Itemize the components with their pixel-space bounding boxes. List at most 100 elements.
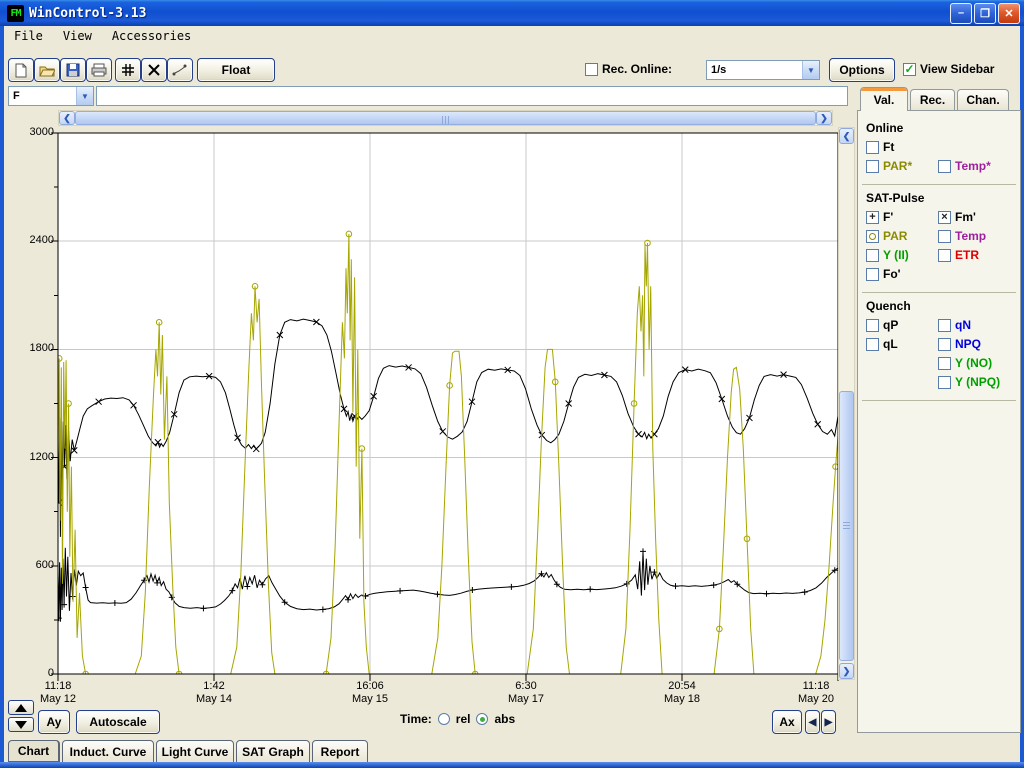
checkbox-row: qP qN	[858, 317, 1020, 336]
scroll-right-icon[interactable]: ❯	[816, 111, 832, 125]
taskbar-edge	[0, 762, 1024, 768]
checkbox-box-icon[interactable]	[866, 141, 879, 154]
checkbox-label: Temp*	[955, 159, 991, 173]
time-rel-radio[interactable]	[438, 713, 450, 725]
window-title: WinControl-3.13	[29, 6, 948, 21]
checkbox-label: qP	[883, 318, 898, 332]
checkbox-box-icon[interactable]	[866, 268, 879, 281]
scroll-down-icon[interactable]: ❯︎	[839, 663, 854, 679]
checkbox-box-icon[interactable]	[938, 338, 951, 351]
checkbox-box-icon[interactable]	[866, 160, 879, 173]
checkbox-qn[interactable]: qN	[938, 318, 971, 332]
open-file-button[interactable]	[34, 58, 60, 82]
y-scale-up-button[interactable]	[8, 700, 34, 715]
checkbox-box-icon[interactable]	[938, 319, 951, 332]
checkbox-box-icon[interactable]	[938, 230, 951, 243]
rec-online-checkbox[interactable]: Rec. Online:	[585, 62, 672, 76]
checkbox-box-icon[interactable]: ×	[938, 211, 951, 224]
menu-file[interactable]: File	[12, 28, 45, 44]
checkbox-ft[interactable]: Ft	[866, 140, 894, 154]
rec-online-box[interactable]	[585, 63, 598, 76]
vscroll-thumb[interactable]	[839, 391, 854, 661]
rate-combobox[interactable]: 1/s ▼	[706, 60, 820, 80]
horizontal-scrollbar[interactable]: ❮ ❯	[58, 110, 833, 126]
channel-combobox[interactable]: F ▼	[8, 86, 94, 106]
radio-dot-icon	[480, 717, 485, 722]
scroll-left-icon[interactable]: ❮	[59, 111, 75, 125]
checkbox-y-npq[interactable]: Y (NPQ)	[938, 375, 1000, 389]
time-abs-radio[interactable]	[476, 713, 488, 725]
menu-view[interactable]: View	[61, 28, 94, 44]
hscroll-thumb[interactable]	[75, 111, 816, 125]
checkbox-npq[interactable]: NPQ	[938, 337, 981, 351]
checkbox-box-icon[interactable]	[866, 230, 879, 243]
grid-toggle-button[interactable]	[115, 58, 141, 82]
save-icon	[66, 63, 80, 77]
checkbox-temp[interactable]: Temp*	[938, 159, 991, 173]
new-file-button[interactable]	[8, 58, 34, 82]
checkbox-f[interactable]: +F'	[866, 210, 893, 224]
checkbox-y-no[interactable]: Y (NO)	[938, 356, 992, 370]
checkbox-box-icon[interactable]	[938, 376, 951, 389]
menu-accessories[interactable]: Accessories	[110, 28, 193, 44]
checkbox-box-icon[interactable]	[866, 319, 879, 332]
vscroll-track[interactable]	[839, 144, 854, 663]
chevron-down-icon[interactable]: ▼	[76, 87, 93, 105]
checkbox-box-icon[interactable]: +	[866, 211, 879, 224]
formula-input[interactable]	[96, 86, 848, 106]
delete-x-icon	[147, 63, 161, 77]
checkbox-etr[interactable]: ETR	[938, 248, 979, 262]
tab-induct-curve[interactable]: Induct. Curve	[62, 740, 154, 763]
checkbox-box-icon[interactable]	[866, 338, 879, 351]
close-button[interactable]: ✕	[998, 3, 1020, 24]
tab-chan[interactable]: Chan.	[957, 89, 1009, 110]
tab-report[interactable]: Report	[312, 740, 368, 763]
tab-rec[interactable]: Rec.	[910, 89, 955, 110]
vertical-scrollbar[interactable]: ❮︎ ❯︎	[838, 127, 855, 680]
tab-sat-graph[interactable]: SAT Graph	[236, 740, 310, 763]
x-scroll-right-button[interactable]: ▶	[821, 710, 836, 734]
checkbox-box-icon[interactable]	[938, 249, 951, 262]
ax-button[interactable]: Ax	[772, 710, 802, 734]
checkbox-ql[interactable]: qL	[866, 337, 898, 351]
curve-tool-button[interactable]	[167, 58, 193, 82]
checkbox-temp[interactable]: Temp	[938, 229, 986, 243]
chevron-down-icon[interactable]: ▼	[802, 61, 819, 79]
x-tick-label: 6:30May 17	[494, 680, 558, 706]
minimize-button[interactable]: –	[950, 3, 972, 24]
tab-chart[interactable]: Chart	[8, 740, 60, 763]
y-scale-down-button[interactable]	[8, 717, 34, 732]
view-sidebar-box[interactable]: ✓	[903, 63, 916, 76]
view-sidebar-checkbox[interactable]: ✓ View Sidebar	[903, 62, 994, 76]
checkbox-fm[interactable]: ×Fm'	[938, 210, 976, 224]
restore-button[interactable]: ❐	[974, 3, 996, 24]
checkbox-label: PAR	[883, 229, 907, 243]
autoscale-button[interactable]: Autoscale	[76, 710, 160, 734]
y-tick-label: 1800	[6, 342, 54, 354]
float-button[interactable]: Float	[197, 58, 275, 82]
checkbox-label: Y (NPQ)	[955, 375, 1000, 389]
delete-button[interactable]	[141, 58, 167, 82]
app-icon: FM	[7, 5, 24, 22]
checkbox-fo[interactable]: Fo'	[866, 267, 901, 281]
ay-button[interactable]: Ay	[38, 710, 70, 734]
scroll-up-icon[interactable]: ❮︎	[839, 128, 854, 144]
options-button[interactable]: Options	[829, 58, 895, 82]
tab-light-curve[interactable]: Light Curve	[156, 740, 234, 763]
checkbox-label: qN	[955, 318, 971, 332]
checkbox-box-icon[interactable]	[866, 249, 879, 262]
x-scroll-left-button[interactable]: ◀	[805, 710, 820, 734]
group-separator	[862, 292, 1016, 293]
checkbox-qp[interactable]: qP	[866, 318, 898, 332]
checkbox-box-icon[interactable]	[938, 160, 951, 173]
channel-value: F	[9, 90, 76, 102]
checkbox-y-ii[interactable]: Y (II)	[866, 248, 909, 262]
checkbox-box-icon[interactable]	[938, 357, 951, 370]
checkbox-par[interactable]: PAR*	[866, 159, 912, 173]
tab-val[interactable]: Val.	[860, 87, 908, 111]
checkbox-par[interactable]: PAR	[866, 229, 907, 243]
group-separator	[862, 184, 1016, 185]
save-button[interactable]	[60, 58, 86, 82]
print-button[interactable]	[86, 58, 112, 82]
window-body: File View Accessories Float Rec. On	[4, 26, 1020, 762]
